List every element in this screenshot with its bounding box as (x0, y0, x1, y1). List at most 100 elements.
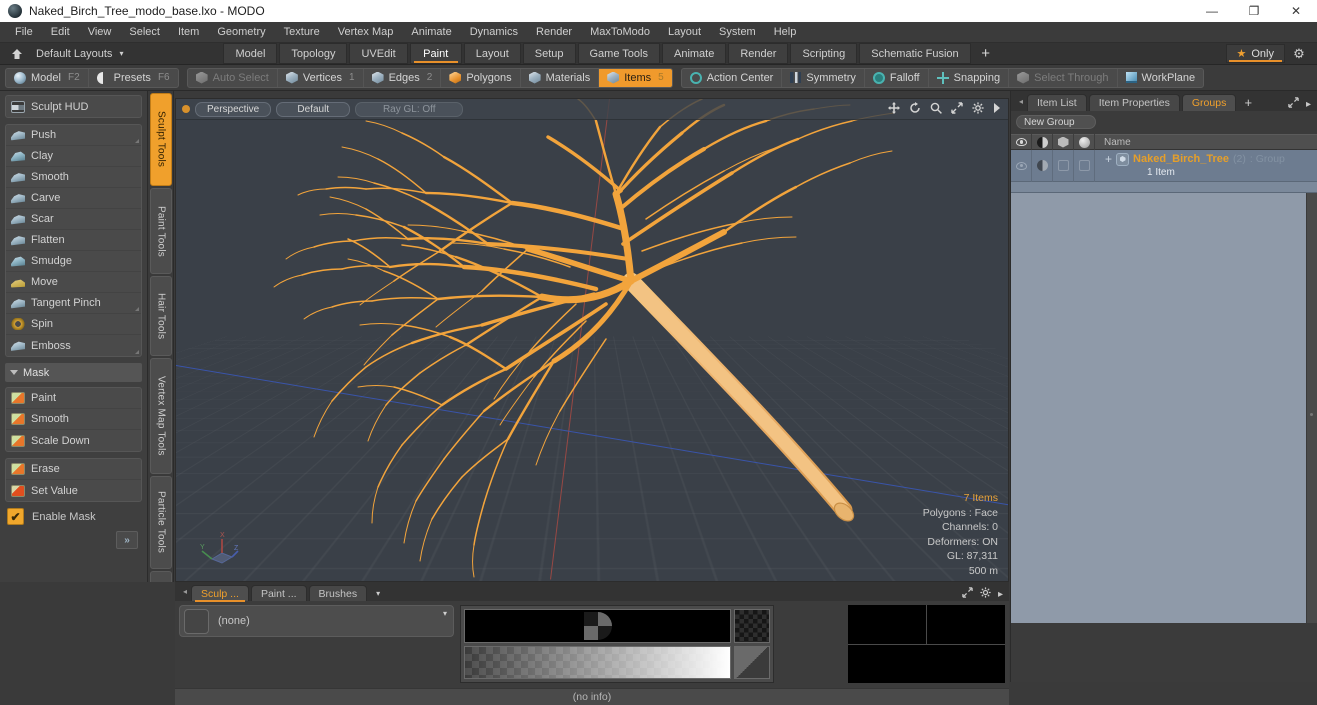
workplane-button[interactable]: WorkPlane (1118, 69, 1204, 87)
mask-action-set-value[interactable]: Set Value (6, 480, 141, 501)
enable-mask-row[interactable]: ✔ Enable Mask (7, 508, 142, 525)
column-wireframe-icon[interactable] (1053, 134, 1074, 150)
tool-push[interactable]: Push (6, 125, 141, 146)
select-mode-items[interactable]: Items 5 (599, 68, 672, 87)
menu-maxtomodo[interactable]: MaxToModo (581, 23, 659, 42)
viewport-view-mode-button[interactable]: Perspective (195, 101, 272, 117)
menu-view[interactable]: View (79, 23, 121, 42)
close-button[interactable]: ✕ (1275, 0, 1317, 22)
fit-icon[interactable] (951, 101, 963, 117)
tab-item-list[interactable]: Item List (1027, 94, 1087, 111)
select-mode-materials[interactable]: Materials (521, 68, 600, 87)
menu-help[interactable]: Help (765, 23, 806, 42)
tool-scar[interactable]: Scar (6, 209, 141, 230)
expand-icon[interactable] (1288, 97, 1299, 111)
tool-carve[interactable]: Carve (6, 188, 141, 209)
tool-tangent-pinch[interactable]: Tangent Pinch (6, 293, 141, 314)
tool-move[interactable]: Move (6, 272, 141, 293)
3d-viewport[interactable]: Perspective Default Ray GL: Off Y X Z 7 … (175, 98, 1009, 582)
home-layout-icon[interactable] (4, 45, 30, 63)
mask-tool-paint[interactable]: Paint (6, 388, 141, 409)
row-visibility-toggle[interactable] (1011, 149, 1032, 182)
gear-icon[interactable]: ⚙ (1285, 46, 1313, 62)
add-tab-button[interactable]: + (1238, 94, 1258, 111)
column-visibility-icon[interactable] (1011, 134, 1032, 150)
menu-system[interactable]: System (710, 23, 765, 42)
mode-button-presets[interactable]: Presets F6 (89, 69, 178, 87)
gear-icon[interactable] (980, 587, 991, 601)
viewport-raygl-button[interactable]: Ray GL: Off (355, 101, 464, 117)
layout-tab-model[interactable]: Model (223, 43, 278, 64)
play-icon[interactable] (993, 102, 1001, 116)
select-mode-edges[interactable]: Edges 2 (364, 68, 442, 87)
tool-clay[interactable]: Clay (6, 146, 141, 167)
mask-action-erase[interactable]: Erase (6, 459, 141, 480)
gradient-ramp[interactable] (464, 645, 732, 679)
tab-scroll-left-icon[interactable]: ◂ (179, 582, 191, 601)
select-mode-polygons[interactable]: Polygons (441, 68, 521, 87)
layout-tab-paint[interactable]: Paint (409, 43, 462, 64)
tool-flatten[interactable]: Flatten (6, 230, 141, 251)
chevron-down-icon[interactable]: ▾ (443, 609, 447, 618)
brush-preview-block[interactable] (460, 605, 775, 683)
mask-tool-scale-down[interactable]: Scale Down (6, 430, 141, 451)
layout-tab-topology[interactable]: Topology (279, 43, 348, 64)
move-icon[interactable] (888, 101, 900, 117)
column-shading-icon[interactable] (1032, 134, 1053, 150)
select-mode-auto-select[interactable]: Auto Select (188, 68, 278, 87)
add-layout-button[interactable]: + (973, 43, 999, 64)
minimize-button[interactable]: — (1191, 0, 1233, 22)
layout-tab-render[interactable]: Render (728, 43, 789, 64)
falloff-button[interactable]: Falloff (865, 68, 929, 87)
menu-animate[interactable]: Animate (402, 23, 460, 42)
snapping-button[interactable]: Snapping (929, 68, 1010, 87)
gradient-swatch[interactable] (734, 645, 771, 679)
vtab-sculpt-tools[interactable]: Sculpt Tools (150, 93, 172, 186)
maximize-button[interactable]: ❐ (1233, 0, 1275, 22)
mode-button-model[interactable]: Model F2 (6, 68, 89, 87)
menu-file[interactable]: File (6, 23, 42, 42)
layout-tab-layout[interactable]: Layout (463, 43, 521, 64)
mask-tool-smooth[interactable]: Smooth (6, 409, 141, 430)
row-render-toggle[interactable] (1074, 149, 1095, 182)
panel-menu-icon[interactable]: ▸ (998, 589, 1003, 600)
action-center-button[interactable]: Action Center (682, 68, 783, 87)
menu-render[interactable]: Render (527, 23, 581, 42)
tool-smooth[interactable]: Smooth (6, 167, 141, 188)
new-group-button[interactable]: New Group (1016, 115, 1096, 129)
rotate-icon[interactable] (909, 101, 921, 117)
layout-tab-uvedit[interactable]: UVEdit (349, 43, 408, 64)
layout-tab-animate[interactable]: Animate (662, 43, 727, 64)
tab-item-properties[interactable]: Item Properties (1088, 94, 1180, 111)
vtab-paint-tools[interactable]: Paint Tools (150, 188, 172, 274)
falloff-preview[interactable] (464, 609, 732, 643)
default-layouts-label[interactable]: Default Layouts (36, 48, 116, 60)
tool-smudge[interactable]: Smudge (6, 251, 141, 272)
chevron-down-icon[interactable]: ▾ (369, 585, 387, 601)
row-shading-toggle[interactable] (1032, 149, 1053, 182)
panel-menu-icon[interactable]: ▸ (1306, 99, 1311, 110)
layout-tab-schematic-fusion[interactable]: Schematic Fusion (859, 43, 971, 64)
brush-selector[interactable]: (none) ▾ (179, 605, 454, 637)
menu-edit[interactable]: Edit (42, 23, 79, 42)
layout-tab-setup[interactable]: Setup (522, 43, 576, 64)
menu-vertex-map[interactable]: Vertex Map (329, 23, 403, 42)
select-through-button[interactable]: Select Through (1009, 68, 1118, 87)
column-render-icon[interactable] (1074, 134, 1095, 150)
enable-mask-checkbox[interactable]: ✔ (7, 508, 24, 525)
tab-brushes[interactable]: Brushes (308, 585, 368, 601)
tool-emboss[interactable]: Emboss (6, 335, 141, 356)
gear-icon[interactable] (972, 101, 984, 117)
zoom-icon[interactable] (930, 102, 942, 117)
tab-sculpt-properties[interactable]: Sculp ... (191, 585, 249, 602)
tab-scroll-left-icon[interactable]: ◂ (1015, 91, 1027, 111)
chevron-down-icon[interactable]: ▾ (119, 49, 123, 58)
menu-geometry[interactable]: Geometry (208, 23, 274, 42)
vtab-vertex-map-tools[interactable]: Vertex Map Tools (150, 358, 172, 474)
expand-icon[interactable] (962, 587, 973, 601)
tab-groups[interactable]: Groups (1181, 94, 1237, 111)
vtab-particle-tools[interactable]: Particle Tools (150, 476, 172, 569)
texture-preview-quad[interactable] (848, 605, 1005, 683)
tool-sculpt-hud[interactable]: Sculpt HUD (6, 96, 141, 117)
vtab-hair-tools[interactable]: Hair Tools (150, 276, 172, 356)
